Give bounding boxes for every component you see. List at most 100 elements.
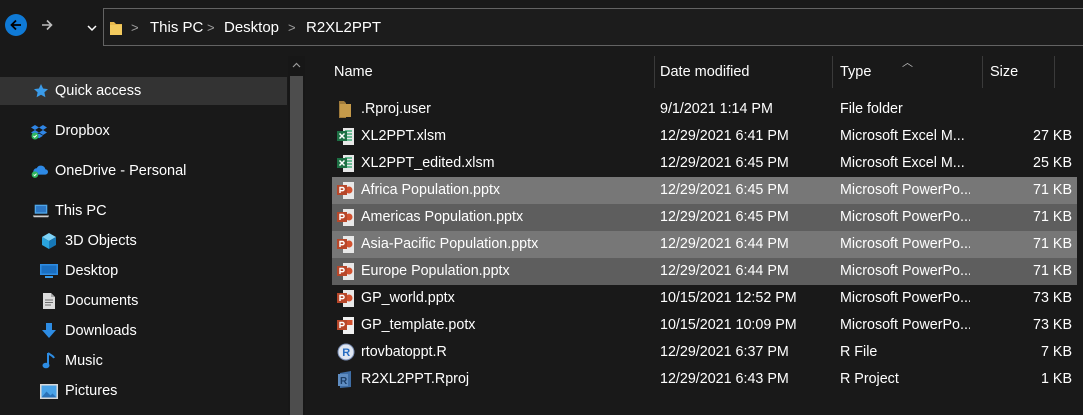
nav-item-music[interactable]: Music bbox=[0, 347, 287, 375]
sort-ascending-icon: ︿ bbox=[902, 57, 913, 69]
nav-item-onedrive[interactable]: OneDrive - Personal bbox=[0, 157, 287, 185]
nav-item-this-pc[interactable]: This PC bbox=[0, 197, 287, 225]
address-bar[interactable]: > This PC > Desktop > R2XL2PPT bbox=[103, 8, 1083, 46]
arrow-right-icon bbox=[42, 19, 53, 31]
nav-item-3d-objects[interactable]: 3D Objects bbox=[0, 227, 287, 255]
column-header-name[interactable]: Name bbox=[334, 56, 373, 88]
file-name: Asia-Pacific Population.pptx bbox=[361, 236, 539, 252]
nav-label: 3D Objects bbox=[65, 233, 137, 249]
file-row[interactable]: Africa Population.pptx 12/29/2021 6:45 PM… bbox=[332, 177, 1077, 204]
r-project-icon: R bbox=[337, 370, 355, 389]
svg-text:R: R bbox=[340, 376, 348, 387]
file-row[interactable]: GP_world.pptx 10/15/2021 12:52 PM Microsof… bbox=[332, 285, 1077, 312]
file-name: XL2PPT_edited.xlsm bbox=[361, 155, 495, 171]
file-row[interactable]: XL2PPT_edited.xlsm 12/29/2021 6:45 PM Micr… bbox=[332, 150, 1077, 177]
file-date-modified: 12/29/2021 6:37 PM bbox=[660, 344, 789, 360]
file-row[interactable]: Europe Population.pptx 12/29/2021 6:44 PM… bbox=[332, 258, 1077, 285]
nav-label: Pictures bbox=[65, 383, 118, 399]
file-date-modified: 12/29/2021 6:45 PM bbox=[660, 182, 789, 198]
file-type: Microsoft PowerPo... bbox=[840, 209, 970, 225]
file-row[interactable]: Americas Population.pptx 12/29/2021 6:45 … bbox=[332, 204, 1077, 231]
file-type: Microsoft PowerPo... bbox=[840, 290, 970, 306]
file-type: File folder bbox=[840, 101, 903, 117]
column-divider[interactable] bbox=[654, 56, 655, 88]
nav-label: OneDrive - Personal bbox=[55, 163, 187, 179]
column-divider[interactable] bbox=[982, 56, 983, 88]
nav-item-dropbox[interactable]: Dropbox bbox=[0, 117, 287, 145]
excel-file-icon bbox=[337, 127, 355, 146]
file-list: Name Date modified Type ︿ Size .Rproj.us… bbox=[305, 56, 1083, 415]
file-type: Microsoft PowerPo... bbox=[840, 317, 970, 333]
file-size: 73 KB bbox=[1033, 290, 1072, 306]
column-header-date-modified[interactable]: Date modified bbox=[660, 56, 749, 88]
file-row[interactable]: R R2XL2PPT.Rproj 12/29/2021 6:43 PM R Proje… bbox=[332, 366, 1077, 393]
nav-label: Documents bbox=[65, 293, 139, 309]
powerpoint-file-icon bbox=[337, 181, 355, 200]
nav-scrollbar-thumb[interactable] bbox=[290, 76, 303, 415]
file-size: 73 KB bbox=[1033, 317, 1072, 333]
nav-label: This PC bbox=[55, 203, 107, 219]
computer-icon bbox=[32, 202, 50, 220]
file-size: 1 KB bbox=[1041, 371, 1072, 387]
r-file-icon: R bbox=[337, 343, 355, 362]
file-size: 71 KB bbox=[1033, 182, 1072, 198]
nav-label: Dropbox bbox=[55, 123, 110, 139]
file-row[interactable]: GP_template.potx 10/15/2021 10:09 PM Micro… bbox=[332, 312, 1077, 339]
file-row[interactable]: XL2PPT.xlsm 12/29/2021 6:41 PM Microsoft E… bbox=[332, 123, 1077, 150]
file-name: GP_world.pptx bbox=[361, 290, 455, 306]
powerpoint-file-icon bbox=[337, 262, 355, 281]
breadcrumb-this-pc[interactable]: This PC bbox=[150, 19, 203, 36]
breadcrumb-separator: > bbox=[288, 20, 296, 35]
file-name: Africa Population.pptx bbox=[361, 182, 501, 198]
breadcrumb-separator: > bbox=[207, 20, 215, 35]
nav-label: Quick access bbox=[55, 83, 142, 99]
powerpoint-file-icon bbox=[337, 235, 355, 254]
file-date-modified: 10/15/2021 12:52 PM bbox=[660, 290, 797, 306]
column-divider[interactable] bbox=[1054, 56, 1055, 88]
forward-button[interactable] bbox=[36, 14, 58, 36]
picture-icon bbox=[40, 382, 58, 400]
powerpoint-file-icon bbox=[337, 289, 355, 308]
file-name: .Rproj.user bbox=[361, 101, 431, 117]
column-divider[interactable] bbox=[832, 56, 833, 88]
document-icon bbox=[40, 292, 58, 310]
file-row[interactable]: .Rproj.user 9/1/2021 1:14 PM File folder bbox=[332, 96, 1077, 123]
chevron-up-icon bbox=[292, 62, 301, 68]
recent-locations-button[interactable] bbox=[84, 18, 100, 38]
scroll-up-button[interactable] bbox=[289, 58, 304, 72]
breadcrumb-desktop[interactable]: Desktop bbox=[224, 19, 279, 36]
star-icon bbox=[32, 82, 50, 100]
file-date-modified: 12/29/2021 6:44 PM bbox=[660, 236, 789, 252]
file-name: Americas Population.pptx bbox=[361, 209, 524, 225]
file-type: Microsoft PowerPo... bbox=[840, 236, 970, 252]
file-row[interactable]: Rrtovbatoppt.R 12/29/2021 6:37 PM R File 7 … bbox=[332, 339, 1077, 366]
file-type: Microsoft PowerPo... bbox=[840, 182, 970, 198]
file-date-modified: 12/29/2021 6:45 PM bbox=[660, 155, 789, 171]
file-name: XL2PPT.xlsm bbox=[361, 128, 447, 144]
nav-item-quick-access[interactable]: Quick access bbox=[0, 77, 287, 105]
column-header-size[interactable]: Size bbox=[990, 56, 1018, 88]
nav-label: Desktop bbox=[65, 263, 119, 279]
file-name: Europe Population.pptx bbox=[361, 263, 510, 279]
nav-item-downloads[interactable]: Downloads bbox=[0, 317, 287, 345]
column-header-type[interactable]: Type bbox=[840, 56, 871, 88]
nav-item-documents[interactable]: Documents bbox=[0, 287, 287, 315]
file-size: 7 KB bbox=[1041, 344, 1072, 360]
nav-item-desktop[interactable]: Desktop bbox=[0, 257, 287, 285]
file-type: R File bbox=[840, 344, 878, 360]
music-note-icon bbox=[40, 352, 58, 370]
file-row[interactable]: Asia-Pacific Population.pptx 12/29/2021 6… bbox=[332, 231, 1077, 258]
dropbox-icon bbox=[30, 122, 48, 140]
file-size: 71 KB bbox=[1033, 236, 1072, 252]
file-size: 71 KB bbox=[1033, 263, 1072, 279]
breadcrumb-r2xl2ppt[interactable]: R2XL2PPT bbox=[306, 19, 381, 36]
nav-item-pictures[interactable]: Pictures bbox=[0, 377, 287, 405]
navigation-pane: Quick access Dropbox OneDrive - Personal… bbox=[0, 56, 305, 415]
back-button[interactable] bbox=[5, 14, 27, 36]
file-name: rtovbatoppt.R bbox=[361, 344, 447, 360]
file-date-modified: 12/29/2021 6:44 PM bbox=[660, 263, 789, 279]
file-size: 71 KB bbox=[1033, 209, 1072, 225]
file-type: Microsoft Excel M... bbox=[840, 128, 965, 144]
powerpoint-template-icon bbox=[337, 316, 355, 335]
file-date-modified: 12/29/2021 6:45 PM bbox=[660, 209, 789, 225]
